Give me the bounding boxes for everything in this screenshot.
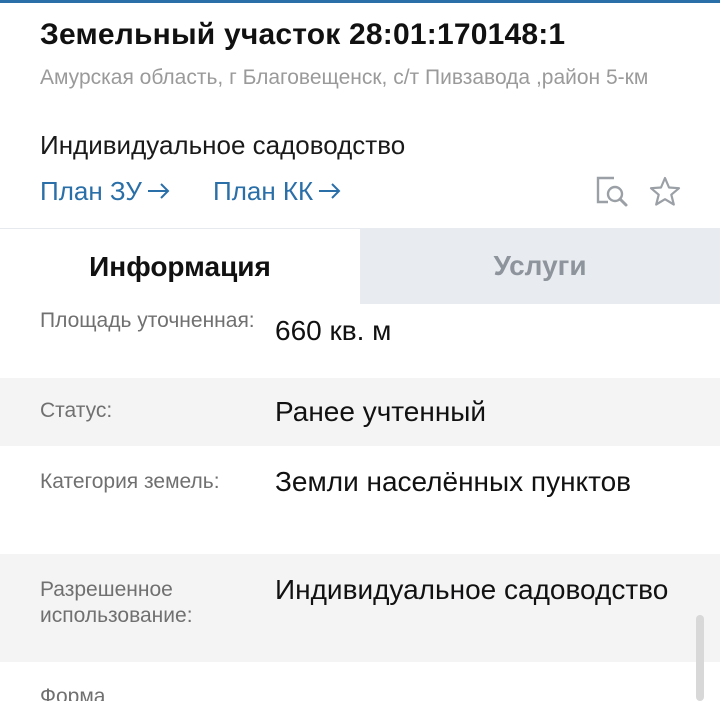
info-row-permitted-use: Разрешенное использование: Индивидуально…: [0, 554, 720, 662]
plan-zu-link[interactable]: План ЗУ: [40, 176, 172, 207]
arrow-right-icon: [146, 177, 172, 199]
info-value: Ранее учтенный: [275, 396, 487, 427]
tab-information[interactable]: Информация: [0, 228, 360, 304]
info-row-category: Категория земель: Земли населённых пункт…: [0, 446, 720, 554]
plan-zu-link-label: План ЗУ: [40, 176, 142, 206]
map-search-icon[interactable]: [594, 174, 630, 210]
info-key: Форма: [40, 685, 106, 701]
info-key: Статус:: [40, 399, 113, 422]
purpose-text: Индивидуальное садоводство: [40, 130, 406, 160]
info-value: Индивидуальное садоводство: [275, 574, 669, 605]
info-row-status: Статус: Ранее учтенный: [0, 378, 720, 446]
info-row-area: Площадь уточненная: 660 кв. м: [0, 304, 720, 378]
scrollbar[interactable]: [696, 615, 704, 701]
star-icon[interactable]: [647, 174, 683, 210]
info-key: Категория земель:: [40, 470, 220, 493]
info-row-form: Форма: [0, 662, 720, 701]
tab-bar: Информация Услуги: [0, 228, 720, 304]
tab-services[interactable]: Услуги: [360, 228, 720, 304]
page-title: Земельный участок 28:01:170148:1: [40, 18, 566, 51]
info-key: Разрешенное использование:: [40, 578, 193, 627]
top-accent-line: [0, 0, 720, 3]
info-value: Земли населённых пунктов: [275, 466, 632, 497]
info-key: Площадь уточненная:: [40, 309, 255, 332]
plan-kk-link[interactable]: План КК: [213, 176, 343, 207]
address-text: Амурская область, г Благовещенск, с/т Пи…: [40, 66, 649, 89]
arrow-right-icon: [317, 177, 343, 199]
info-value: 660 кв. м: [275, 315, 392, 346]
plan-kk-link-label: План КК: [213, 176, 314, 206]
